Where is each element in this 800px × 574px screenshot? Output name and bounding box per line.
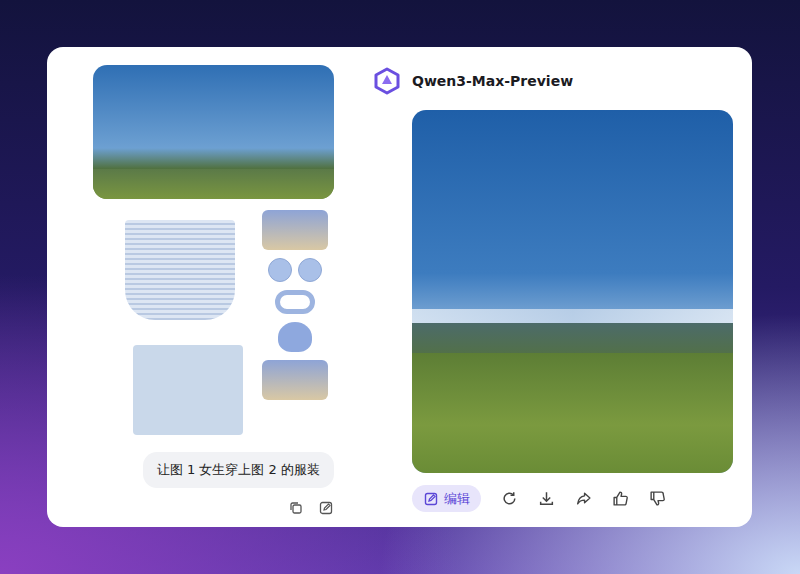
share-icon[interactable] <box>575 490 592 507</box>
collage-sunglasses <box>268 258 322 282</box>
qwen-logo-icon <box>373 67 401 95</box>
user-column: 让图 1 女生穿上图 2 的服装 <box>93 65 334 527</box>
attachment-photo[interactable] <box>93 65 334 199</box>
clouds <box>412 309 733 323</box>
collage-accessories <box>260 210 330 440</box>
collage-flower <box>278 322 312 352</box>
hills <box>93 169 334 199</box>
copy-icon[interactable] <box>288 500 304 516</box>
message-actions <box>288 500 334 516</box>
result-photo[interactable] <box>412 110 733 473</box>
page: 让图 1 女生穿上图 2 的服装 Qwen3-Max-Preview 编辑 <box>0 0 800 574</box>
thumbs-down-icon[interactable] <box>649 490 666 507</box>
grass <box>412 353 733 473</box>
collage-bracelet <box>275 290 315 314</box>
thumbs-up-icon[interactable] <box>612 490 629 507</box>
chat-card: 让图 1 女生穿上图 2 的服装 Qwen3-Max-Preview 编辑 <box>47 47 752 527</box>
download-icon[interactable] <box>538 490 555 507</box>
hills <box>412 323 733 353</box>
edit-button[interactable]: 编辑 <box>412 485 481 512</box>
model-name: Qwen3-Max-Preview <box>412 73 573 89</box>
regenerate-icon[interactable] <box>501 490 518 507</box>
collage-top <box>125 220 235 320</box>
collage-shoe <box>262 360 328 400</box>
result-actions: 编辑 <box>412 485 733 512</box>
assistant-column: Qwen3-Max-Preview 编辑 <box>373 65 733 527</box>
user-message: 让图 1 女生穿上图 2 的服装 <box>143 452 334 488</box>
collage-shoe <box>262 210 328 250</box>
edit-icon[interactable] <box>318 500 334 516</box>
collage-shorts <box>133 345 243 435</box>
attachment-collage[interactable] <box>125 210 330 440</box>
assistant-header: Qwen3-Max-Preview <box>373 65 733 97</box>
edit-icon <box>423 491 439 507</box>
